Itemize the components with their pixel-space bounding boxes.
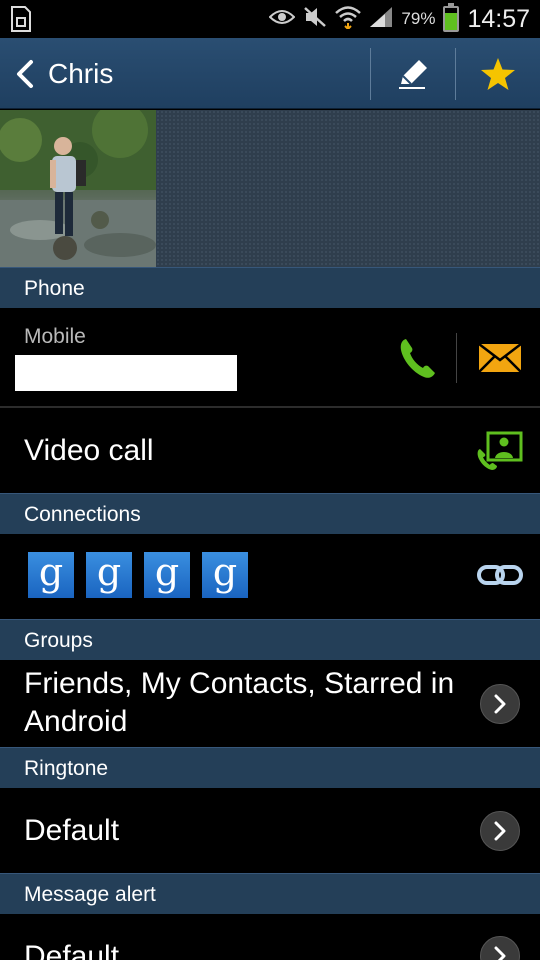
favorite-button[interactable] [456,38,540,109]
section-message-alert: Message alert [0,873,540,914]
section-phone: Phone [0,267,540,308]
section-title: Ringtone [24,757,109,780]
call-button[interactable] [390,330,446,386]
photo-banner [0,110,540,267]
ringtone-value: Default [24,814,120,847]
back-icon [17,59,33,88]
video-call-icon [477,431,523,470]
section-title: Phone [24,277,85,300]
section-title: Groups [24,629,93,652]
back-button[interactable]: Chris [0,38,300,109]
edit-icon [399,59,427,89]
message-alert-value: Default [24,940,120,960]
section-groups: Groups [0,619,540,660]
video-call-label: Video call [24,434,154,467]
call-icon [400,339,435,378]
chevron-right-icon [494,946,506,960]
google-account-icon[interactable]: g [28,552,74,598]
link-button[interactable] [472,560,528,590]
chevron-right-icon [494,821,506,841]
star-icon [481,57,515,90]
message-button[interactable] [472,330,528,386]
contact-name: Chris [48,57,114,89]
signal-icon [369,6,393,33]
edit-button[interactable] [371,38,455,109]
google-account-icon[interactable]: g [144,552,190,598]
link-icon [477,565,523,585]
google-account-icon[interactable]: g [202,552,248,598]
ringtone-chevron[interactable] [480,811,520,851]
battery-icon [443,3,460,32]
clock: 14:57 [467,4,530,33]
chevron-right-icon [494,694,506,714]
groups-chevron[interactable] [480,684,520,724]
section-ringtone: Ringtone [0,747,540,788]
sim-card-icon [10,6,32,37]
action-separator [456,333,457,383]
groups-value: Friends, My Contacts, Starred in Android [24,667,455,738]
section-title: Connections [24,503,141,526]
mute-icon [303,6,327,33]
eye-icon [268,7,296,32]
contact-photo[interactable] [0,110,156,267]
video-call-button[interactable] [472,428,528,474]
wifi-icon [335,5,362,34]
phone-type-label: Mobile [24,325,86,348]
video-call-row[interactable]: Video call [0,408,540,493]
status-bar: 79% 14:57 [0,0,540,38]
ringtone-row[interactable]: Default [0,788,540,873]
section-title: Message alert [24,883,156,906]
message-icon [478,343,522,373]
action-bar: Chris [0,38,540,109]
phone-row[interactable]: Mobile [0,308,540,407]
battery-fill [445,12,458,30]
message-alert-row[interactable]: Default [0,914,540,960]
google-account-icon[interactable]: g [86,552,132,598]
phone-number-redacted [15,355,237,391]
connections-row: g g g g [0,534,540,619]
section-connections: Connections [0,493,540,534]
message-alert-chevron[interactable] [480,936,520,960]
battery-percent: 79% [401,9,436,28]
groups-row[interactable]: Friends, My Contacts, Starred in Android [0,660,540,747]
